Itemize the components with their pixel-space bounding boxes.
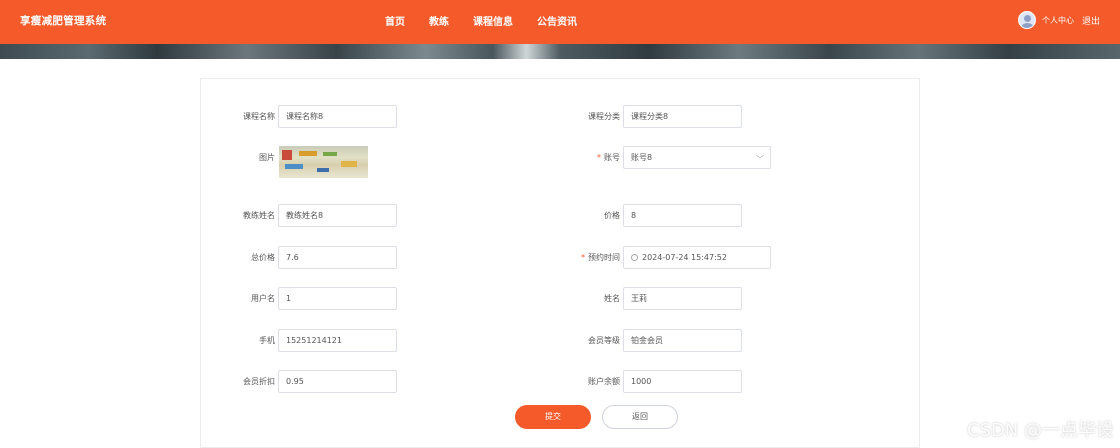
required-mark: * [597,153,601,162]
price-input[interactable]: 8 [623,204,742,227]
clock-icon [631,254,638,261]
course-category-label: 课程分类 [588,112,620,121]
account-balance-label: 账户余额 [588,377,620,386]
main-nav: 首页 教练 课程信息 公告资讯 [385,13,601,39]
member-level-label: 会员等级 [588,336,620,345]
user-area: 个人中心 退出 [1017,11,1100,29]
booking-form: 课程名称 课程名称8 课程分类 课程分类8 图片 * 账号 账号8 ﹀ 教练姓名 教… [200,78,920,448]
top-navbar: 享瘦减肥管理系统 首页 教练 课程信息 公告资讯 个人中心 退出 [0,0,1120,44]
account-balance-input[interactable]: 1000 [623,370,742,393]
total-price-label: 总价格 [251,253,275,262]
booking-time-label: * 预约时间 [581,253,620,262]
booking-time-picker[interactable]: 2024-07-24 15:47:52 [623,246,771,269]
watermark: CSDN @一点毕设 [966,420,1114,441]
account-select[interactable]: 账号8 ﹀ [623,146,771,169]
name-input[interactable]: 王莉 [623,287,742,310]
total-price-input[interactable]: 7.6 [278,246,397,269]
nav-course-info[interactable]: 课程信息 [473,13,513,28]
phone-input[interactable]: 15251214121 [278,329,397,352]
logout-link[interactable]: 退出 [1082,14,1100,27]
price-label: 价格 [604,211,620,220]
username-label: 用户名 [251,294,275,303]
username-input[interactable]: 1 [278,287,397,310]
name-label: 姓名 [604,294,620,303]
nav-coach[interactable]: 教练 [429,13,449,28]
submit-button[interactable]: 提交 [515,405,591,429]
course-category-input[interactable]: 课程分类8 [623,105,742,128]
avatar[interactable] [1017,11,1036,29]
banner-image [0,44,1120,59]
app-title: 享瘦减肥管理系统 [20,15,107,27]
account-label: * 账号 [597,153,620,162]
course-picture[interactable] [279,146,368,178]
member-discount-label: 会员折扣 [243,377,275,386]
course-name-label: 课程名称 [243,112,275,121]
nav-home[interactable]: 首页 [385,13,405,28]
chevron-down-icon: ﹀ [756,155,764,164]
user-center-link[interactable]: 个人中心 [1042,15,1074,26]
member-level-input[interactable]: 铂金会员 [623,329,742,352]
picture-label: 图片 [259,153,275,162]
member-discount-input[interactable]: 0.95 [278,370,397,393]
required-mark: * [581,253,585,262]
course-name-input[interactable]: 课程名称8 [278,105,397,128]
phone-label: 手机 [259,336,275,345]
coach-name-input[interactable]: 教练姓名8 [278,204,397,227]
back-button[interactable]: 返回 [602,405,678,429]
coach-name-label: 教练姓名 [243,211,275,220]
nav-announcements[interactable]: 公告资讯 [537,13,577,39]
